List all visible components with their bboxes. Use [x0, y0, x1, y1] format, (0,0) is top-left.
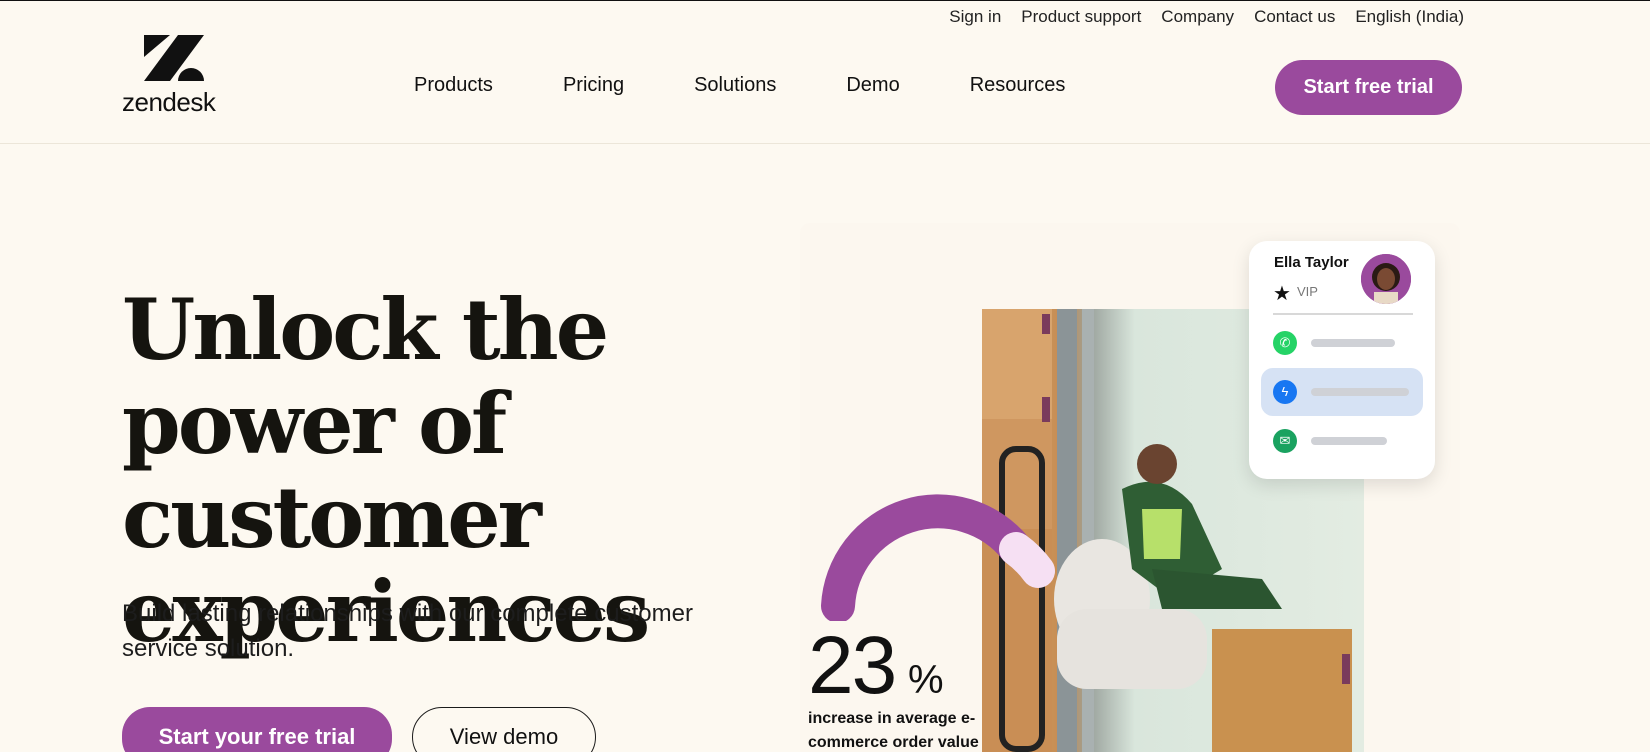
- language-selector[interactable]: English (India): [1355, 7, 1464, 27]
- nav-demo[interactable]: Demo: [846, 74, 899, 97]
- channel-messenger[interactable]: ϟ: [1261, 368, 1423, 416]
- main-nav: Products Pricing Solutions Demo Resource…: [414, 74, 1135, 97]
- nav-solutions[interactable]: Solutions: [694, 74, 776, 97]
- channel-placeholder-bar: [1311, 339, 1395, 347]
- hero-subtitle: Build lasting relationships with our com…: [122, 600, 693, 662]
- view-demo-button[interactable]: View demo: [412, 707, 596, 752]
- stat-description: increase in average e-commerce order val…: [808, 710, 979, 751]
- customer-profile-card: Ella Taylor ★ VIP ✆ ϟ ✉: [1249, 241, 1435, 479]
- nav-divider: [0, 143, 1650, 144]
- channel-email[interactable]: ✉: [1261, 417, 1423, 465]
- email-icon: ✉: [1273, 429, 1297, 453]
- contact-us-link[interactable]: Contact us: [1254, 7, 1335, 27]
- profile-divider: [1273, 313, 1413, 315]
- whatsapp-icon: ✆: [1273, 331, 1297, 355]
- profile-name: Ella Taylor: [1274, 254, 1349, 271]
- nav-resources[interactable]: Resources: [970, 74, 1066, 97]
- profile-tag: VIP: [1297, 284, 1318, 299]
- messenger-icon: ϟ: [1273, 380, 1297, 404]
- star-icon: ★: [1273, 283, 1291, 305]
- sign-in-link[interactable]: Sign in: [949, 7, 1001, 27]
- stat-progress-arc: [821, 494, 1055, 621]
- product-support-link[interactable]: Product support: [1021, 7, 1141, 27]
- utility-nav: Sign in Product support Company Contact …: [949, 7, 1464, 27]
- channel-placeholder-bar: [1311, 437, 1387, 445]
- logo-wordmark: zendesk: [122, 87, 216, 117]
- start-your-free-trial-button[interactable]: Start your free trial: [122, 707, 392, 752]
- nav-products[interactable]: Products: [414, 74, 493, 97]
- start-free-trial-button[interactable]: Start free trial: [1275, 60, 1462, 115]
- stat-unit: %: [908, 658, 944, 702]
- stat-value: 23: [808, 620, 897, 711]
- channel-whatsapp[interactable]: ✆: [1261, 319, 1423, 367]
- zendesk-logo-icon: [144, 35, 204, 81]
- zendesk-logo[interactable]: zendesk: [122, 35, 232, 117]
- nav-pricing[interactable]: Pricing: [563, 74, 624, 97]
- company-link[interactable]: Company: [1161, 7, 1234, 27]
- channel-placeholder-bar: [1311, 388, 1409, 396]
- avatar: [1361, 254, 1411, 304]
